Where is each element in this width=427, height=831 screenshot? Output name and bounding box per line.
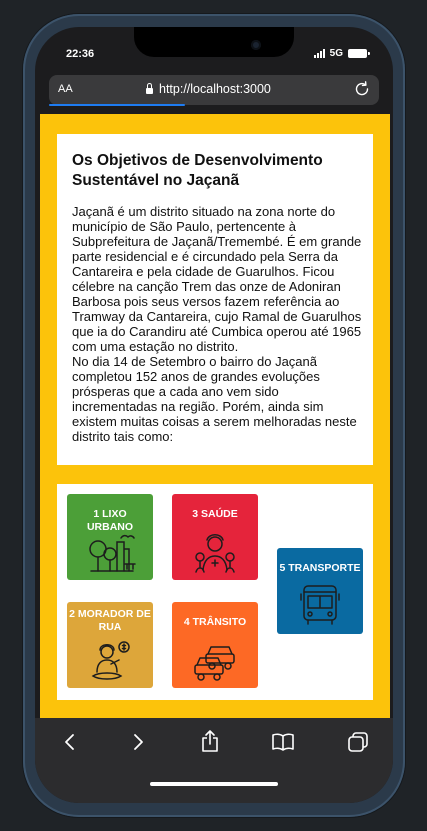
goal-tile-transito[interactable]: 4 TRÂNSITO	[172, 602, 258, 688]
camera-icon	[251, 40, 261, 50]
signal-icon	[313, 49, 325, 58]
intro-text: Jaçanã é um distrito situado na zona nor…	[72, 204, 364, 444]
homeless-person-icon	[91, 641, 130, 680]
notch	[134, 27, 294, 57]
traffic-cars-icon	[194, 646, 235, 681]
lock-icon	[146, 82, 153, 94]
page-content: Os Objetivos de Desenvolvimento Sustentá…	[40, 114, 390, 718]
phone-screen: 22:36 5G AA http://localhost:3000 Os Obj…	[35, 27, 393, 803]
url-display[interactable]: http://localhost:3000	[146, 82, 271, 96]
status-indicators: 5G	[313, 48, 370, 59]
page-title: Os Objetivos de Desenvolvimento Sustentá…	[72, 152, 323, 189]
health-worker-icon	[195, 534, 235, 573]
share-icon[interactable]	[200, 729, 220, 753]
tabs-icon[interactable]	[347, 731, 369, 753]
forward-icon[interactable]	[130, 732, 146, 752]
goals-card: 1 LIXO URBANO 3 SAÚDE 5 TRANSPORTE 2 MOR…	[57, 484, 373, 700]
address-bar[interactable]: AA http://localhost:3000	[49, 75, 379, 106]
bookmarks-icon[interactable]	[271, 733, 295, 751]
back-icon[interactable]	[62, 732, 78, 752]
status-time: 22:36	[66, 48, 95, 60]
loading-progress	[49, 104, 185, 106]
home-indicator	[150, 782, 278, 786]
city-park-icon	[89, 534, 136, 572]
network-label: 5G	[329, 48, 343, 59]
battery-icon	[348, 49, 370, 58]
bus-icon	[300, 585, 340, 625]
reader-settings-button[interactable]: AA	[58, 83, 73, 95]
reload-icon[interactable]	[353, 80, 371, 98]
goal-tile-lixo-urbano[interactable]: 1 LIXO URBANO	[67, 494, 153, 580]
goal-tile-morador-de-rua[interactable]: 2 MORADOR DE RUA	[67, 602, 153, 688]
intro-card: Os Objetivos de Desenvolvimento Sustentá…	[57, 134, 373, 465]
url-text: http://localhost:3000	[159, 82, 271, 96]
goal-tile-transporte[interactable]: 5 TRANSPORTE	[277, 548, 363, 634]
paragraph: No dia 14 de Setembro o bairro do Jaçanã…	[72, 354, 357, 444]
paragraph: Jaçanã é um distrito situado na zona nor…	[72, 204, 362, 354]
browser-toolbar	[35, 718, 393, 803]
goal-tile-saude[interactable]: 3 SAÚDE	[172, 494, 258, 580]
